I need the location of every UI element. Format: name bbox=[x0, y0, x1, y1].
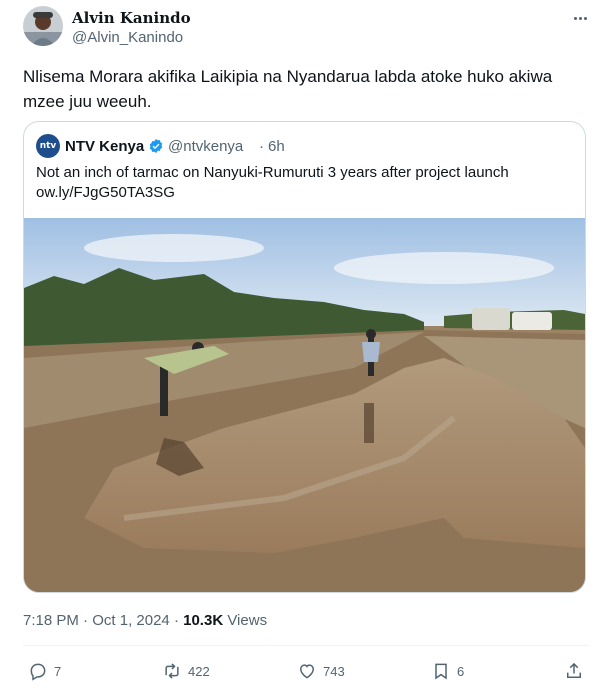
repost-icon bbox=[165, 663, 179, 679]
reply-icon bbox=[30, 663, 46, 681]
share-icon bbox=[567, 662, 581, 678]
repost-button[interactable]: 422 bbox=[162, 660, 210, 682]
meta-separator: · bbox=[83, 612, 89, 629]
author-name[interactable]: Alvin Kanindo bbox=[72, 9, 191, 27]
tweet-text: Nlisema Morara akifika Laikipia na Nyand… bbox=[23, 67, 553, 111]
reply-button[interactable]: 7 bbox=[28, 660, 61, 682]
quoted-handle[interactable]: @ntvkenya bbox=[168, 138, 243, 155]
like-count: 743 bbox=[323, 663, 345, 679]
repost-count: 422 bbox=[188, 663, 210, 679]
like-button[interactable]: 743 bbox=[297, 660, 345, 682]
quoted-text: Not an inch of tarmac on Nanyuki-Rumurut… bbox=[36, 163, 566, 203]
more-icon[interactable] bbox=[570, 8, 590, 28]
like-icon bbox=[299, 664, 315, 679]
quoted-link[interactable]: ow.ly/FJgG50TA3SG bbox=[36, 183, 566, 203]
quoted-time[interactable]: 6h bbox=[268, 138, 285, 155]
tweet-date[interactable]: Oct 1, 2024 bbox=[92, 612, 170, 629]
meta-separator: · bbox=[173, 612, 179, 629]
verified-icon bbox=[149, 139, 163, 153]
author-handle[interactable]: @Alvin_Kanindo bbox=[72, 29, 183, 46]
reply-count: 7 bbox=[54, 663, 62, 679]
tweet-time[interactable]: 7:18 PM bbox=[23, 612, 79, 629]
tweet-photo[interactable] bbox=[24, 218, 585, 592]
quoted-text-line: Not an inch of tarmac on Nanyuki-Rumurut… bbox=[36, 164, 509, 181]
views-count: 10.3K bbox=[183, 612, 224, 629]
quoted-author-name[interactable]: NTV Kenya bbox=[65, 138, 144, 155]
author-avatar[interactable] bbox=[23, 6, 63, 46]
bookmark-icon bbox=[435, 663, 447, 680]
bookmark-count: 6 bbox=[457, 663, 465, 679]
views-label: Views bbox=[227, 612, 268, 629]
bookmark-button[interactable]: 6 bbox=[431, 660, 464, 682]
quoted-tweet[interactable]: ntv NTV Kenya @ntvkenya · 6h Not an inch… bbox=[23, 121, 586, 593]
tweet-meta: 7:18 PM · Oct 1, 2024 · 10.3K Views bbox=[23, 612, 267, 629]
divider bbox=[23, 645, 589, 646]
share-button[interactable] bbox=[564, 660, 584, 682]
quoted-separator: · bbox=[259, 138, 264, 155]
quoted-avatar[interactable]: ntv bbox=[36, 134, 60, 158]
